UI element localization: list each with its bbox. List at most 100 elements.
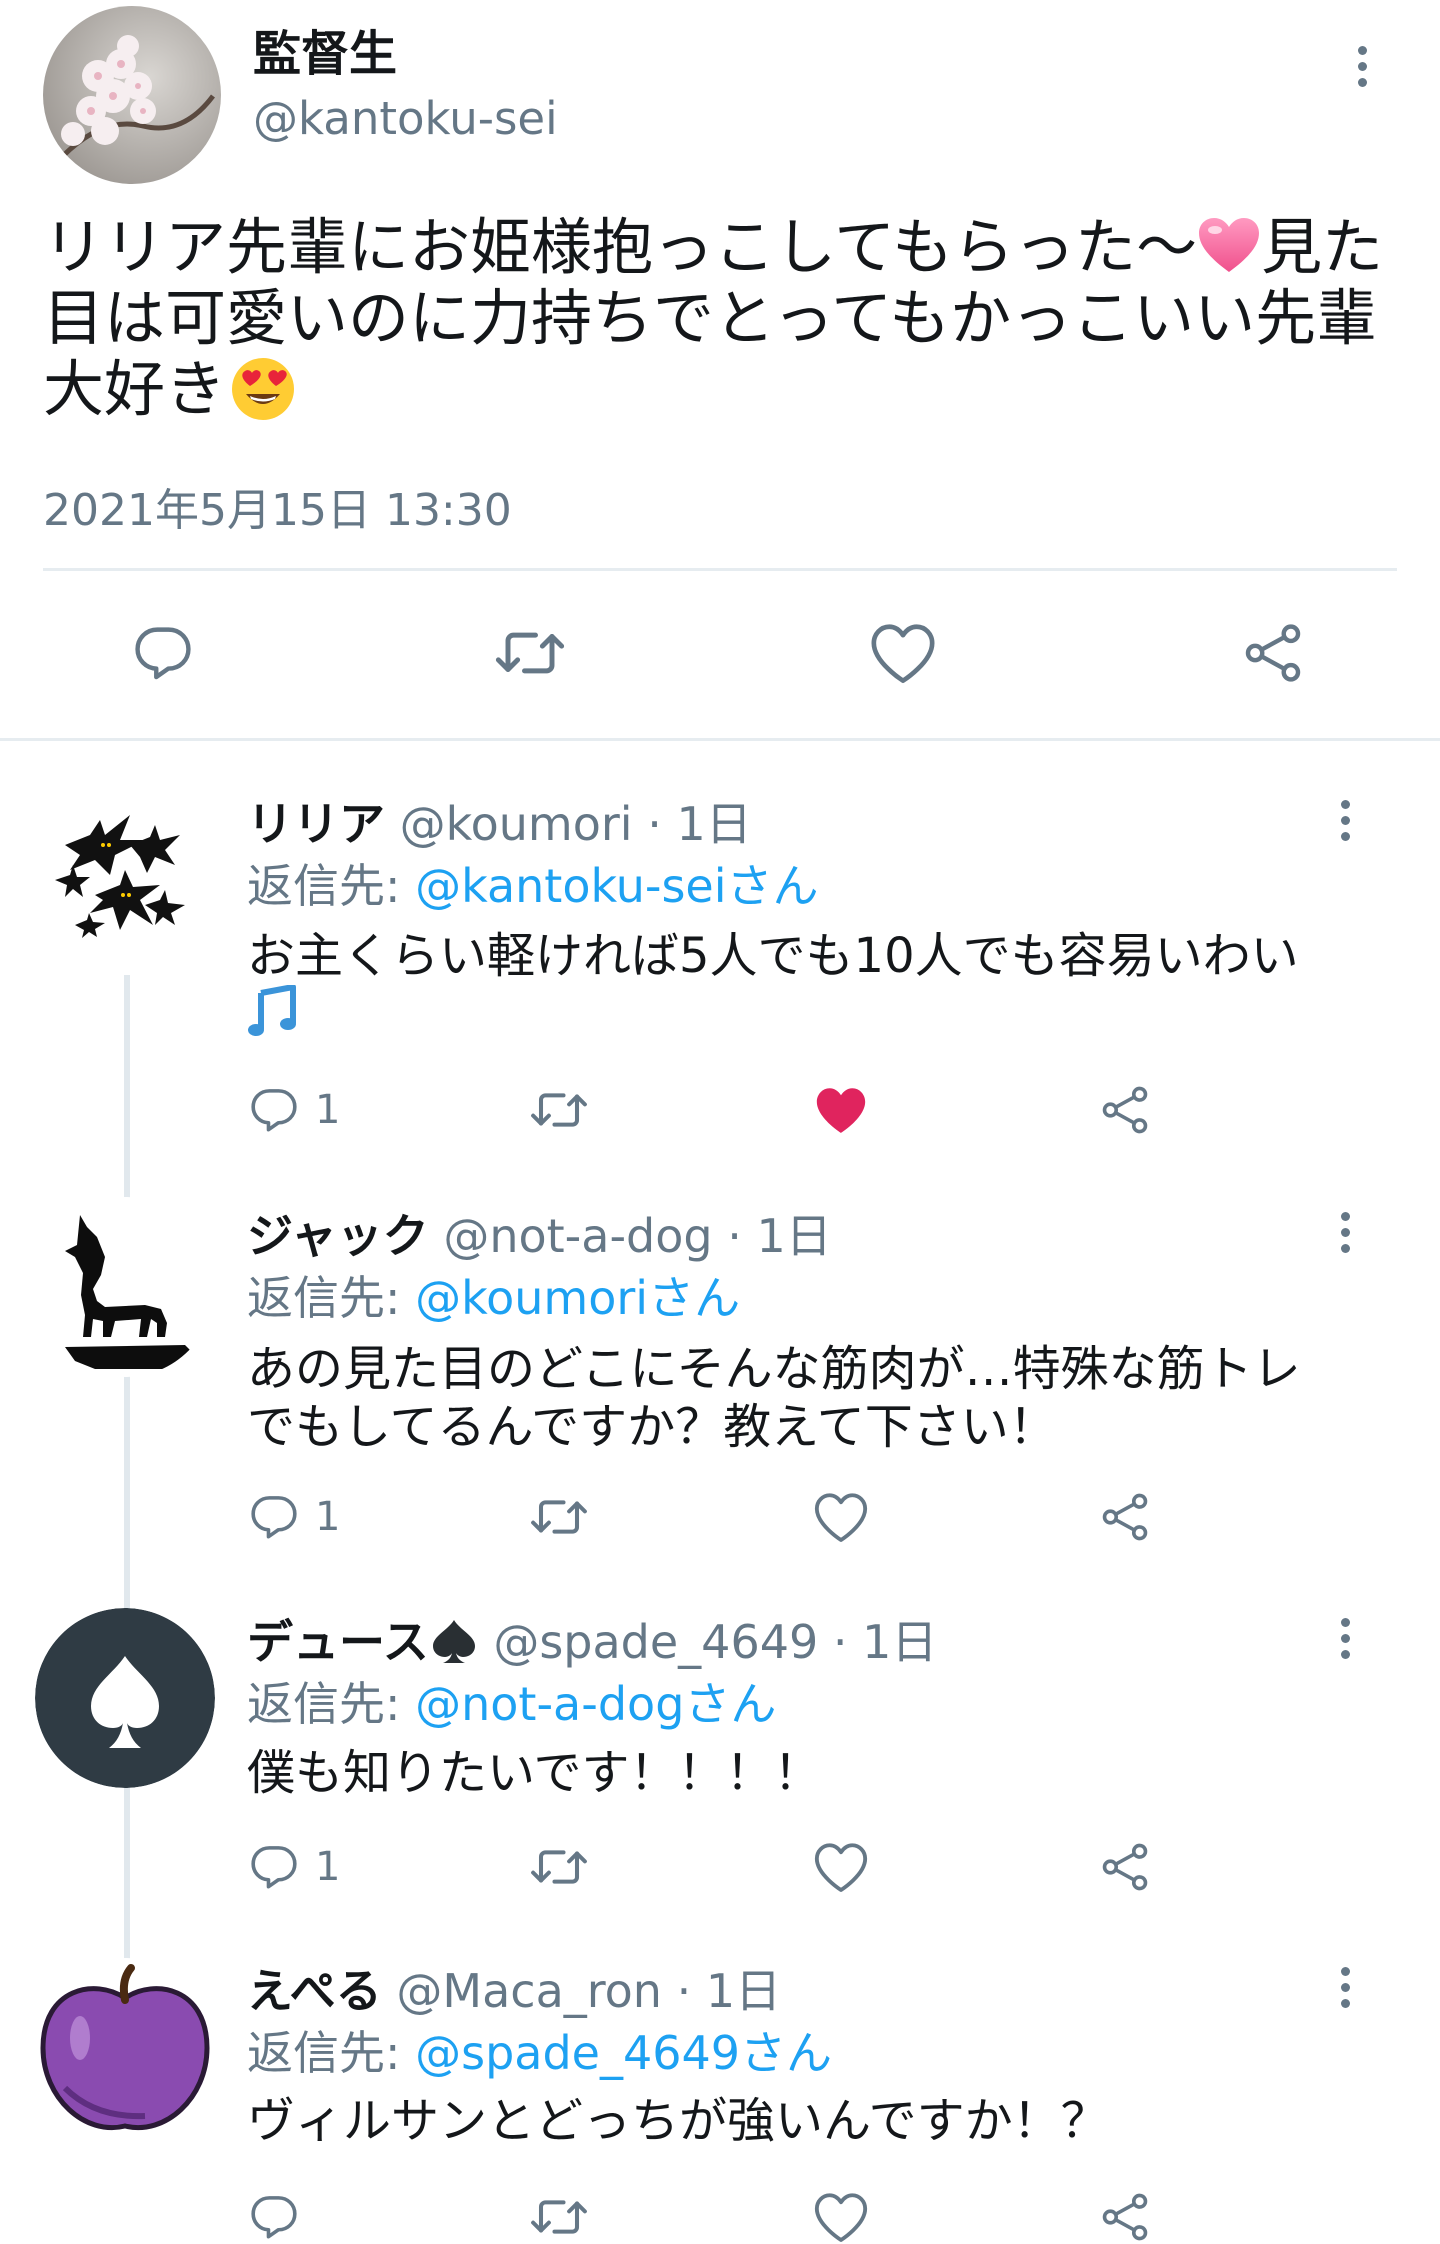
pink-heart-icon [1199, 218, 1260, 272]
more-options-icon[interactable] [1352, 46, 1372, 87]
music-note-icon [248, 984, 296, 1036]
divider [0, 738, 1440, 741]
display-name[interactable]: リリア [247, 797, 385, 851]
share-button[interactable] [1098, 1083, 1152, 1137]
reply-icon [251, 1846, 297, 1889]
reply-icon [251, 1496, 297, 1539]
purple-apple-avatar-icon [35, 1958, 215, 2138]
retweet-button[interactable] [527, 1083, 591, 1137]
reply-header: リリア @koumori · 1日 [247, 788, 752, 854]
spade-emoji-icon [432, 1620, 475, 1663]
avatar[interactable] [35, 1958, 215, 2138]
replying-to: 返信先: @not-a-dogさん [247, 1668, 776, 1734]
reply-to-link[interactable]: @kantoku-seiさん [415, 859, 818, 913]
retweet-button[interactable] [490, 620, 570, 686]
more-options-icon[interactable] [1335, 1967, 1355, 2008]
share-icon [1102, 1843, 1148, 1891]
reply-to-label: 返信先: [247, 859, 401, 913]
user-handle: @kantoku-sei [253, 92, 558, 145]
spade-avatar-icon [35, 1608, 215, 1788]
reply-text: 僕も知りたいです！！！！ [247, 1745, 822, 1801]
tweet-text: リリア先輩にお姫様抱っこしてもらった〜 見た目は可愛いのに力持ちでとってもかっこ… [43, 212, 1403, 425]
display-name[interactable]: えぺる [247, 1964, 382, 2018]
reply-text-content: お主くらい軽ければ5人でも10人でも容易いわい [247, 928, 1299, 984]
share-icon [1102, 2193, 1148, 2241]
like-icon [871, 624, 935, 684]
more-options-icon[interactable] [1335, 800, 1355, 841]
divider [43, 568, 1397, 571]
replying-to: 返信先: @spade_4649さん [247, 2017, 832, 2083]
reply-header: えぺる @Maca_ron · 1日 [247, 1955, 781, 2021]
retweet-button[interactable] [527, 1840, 591, 1894]
reply-button[interactable]: 1 [247, 1490, 340, 1544]
reply-text: お主くらい軽ければ5人でも10人でも容易いわい [247, 927, 1347, 1046]
share-icon [1102, 1493, 1148, 1541]
reply-header: デュース @spade_4649 · 1日 [247, 1606, 937, 1672]
reply-text: あの見た目のどこにそんな筋肉が…特殊な筋トレでもしてるんですか？教えて下さい！ [247, 1341, 1301, 1455]
retweet-icon [495, 632, 565, 674]
reply-time: · 1日 [647, 797, 752, 851]
reply-to-link[interactable]: @not-a-dogさん [415, 1677, 776, 1731]
display-name[interactable]: デュース [247, 1615, 429, 1669]
reply-icon [135, 627, 191, 680]
user-handle: @koumori [399, 797, 633, 851]
avatar[interactable] [43, 6, 221, 184]
reply-button[interactable]: 1 [247, 1840, 340, 1894]
wolf-avatar-icon [35, 1197, 215, 1377]
retweet-icon [531, 1093, 587, 1127]
like-icon [814, 2193, 868, 2242]
replying-to: 返信先: @koumoriさん [247, 1262, 740, 1328]
cherry-blossom-avatar-icon [43, 6, 221, 184]
user-handle: @spade_4649 [493, 1615, 819, 1669]
avatar[interactable] [35, 1608, 215, 1788]
reply-button[interactable] [130, 620, 196, 686]
more-options-icon[interactable] [1335, 1212, 1355, 1253]
like-filled-icon [816, 1088, 866, 1133]
like-button[interactable] [868, 620, 938, 686]
reply-button[interactable] [247, 2190, 301, 2244]
reply-to-link[interactable]: @spade_4649さん [415, 2026, 832, 2080]
display-name[interactable]: ジャック [247, 1209, 429, 1263]
more-options-icon[interactable] [1335, 1618, 1355, 1659]
reply-count: 1 [315, 1087, 341, 1133]
reply-button[interactable]: 1 [247, 1083, 340, 1137]
like-button-active[interactable] [812, 1083, 870, 1137]
reply-time: · 1日 [676, 1964, 782, 2018]
retweet-icon [531, 2200, 587, 2234]
share-button[interactable] [1240, 620, 1306, 686]
replying-to: 返信先: @kantoku-seiさん [247, 850, 819, 916]
heart-eyes-emoji-icon [232, 358, 295, 420]
tweet-text-part-1: リリア先輩にお姫様抱っこしてもらった〜 [43, 212, 1198, 283]
reply-icon [251, 1089, 297, 1132]
reply-time: · 1日 [832, 1615, 938, 1669]
display-name[interactable]: 監督生 [253, 14, 397, 84]
reply-count: 1 [315, 1494, 341, 1540]
user-handle: @Maca_ron [396, 1964, 662, 2018]
share-button[interactable] [1098, 1840, 1152, 1894]
like-button[interactable] [812, 2190, 870, 2244]
like-button[interactable] [812, 1490, 870, 1544]
reply-header: ジャック @not-a-dog · 1日 [247, 1200, 832, 1266]
reply-to-label: 返信先: [247, 1271, 401, 1325]
retweet-button[interactable] [527, 1490, 591, 1544]
like-icon [814, 1843, 868, 1892]
like-icon [814, 1493, 868, 1542]
thread-line [124, 975, 130, 1975]
reply-time: · 1日 [727, 1209, 832, 1263]
share-icon [1102, 1086, 1148, 1134]
like-button[interactable] [812, 1840, 870, 1894]
reply-to-label: 返信先: [247, 2026, 401, 2080]
bats-avatar-icon [35, 785, 215, 965]
reply-to-link[interactable]: @koumoriさん [415, 1271, 740, 1325]
retweet-icon [531, 1500, 587, 1534]
reply-count: 1 [315, 1844, 341, 1890]
reply-to-label: 返信先: [247, 1677, 401, 1731]
share-icon [1245, 624, 1301, 682]
tweet-timestamp: 2021年5月15日 13:30 [43, 485, 512, 536]
avatar[interactable] [35, 1197, 215, 1377]
share-button[interactable] [1098, 2190, 1152, 2244]
share-button[interactable] [1098, 1490, 1152, 1544]
reply-text: ヴィルサンとどっちが強いんですか！？ [247, 2093, 1109, 2149]
retweet-button[interactable] [527, 2190, 591, 2244]
avatar[interactable] [35, 785, 215, 965]
